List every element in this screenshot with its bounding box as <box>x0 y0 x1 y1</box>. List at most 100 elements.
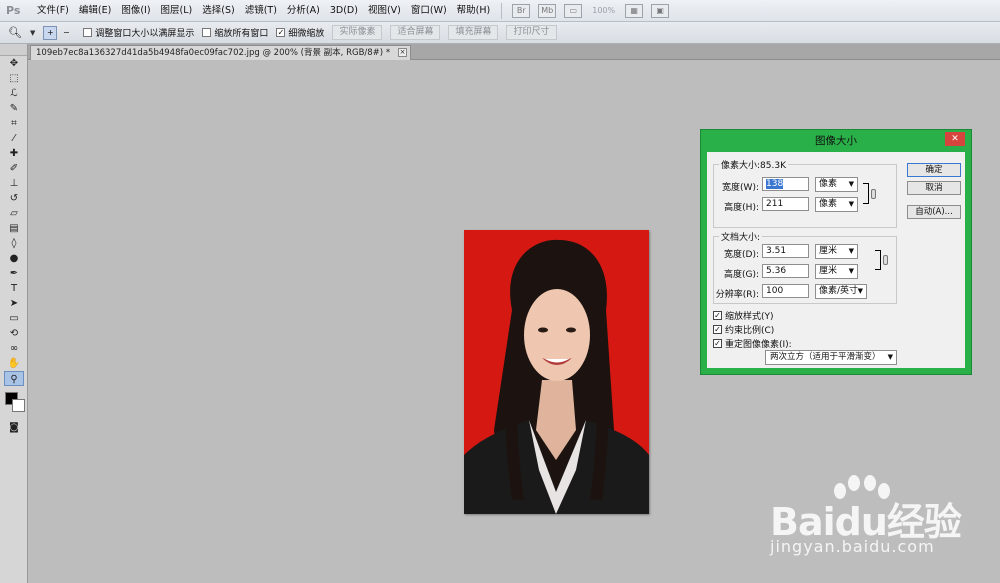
resample-checkbox[interactable]: ✓ 重定图像像素(I): <box>713 337 792 350</box>
doc-width-label: 宽度(D): <box>724 250 759 260</box>
checkbox-box[interactable] <box>83 28 93 37</box>
pixel-height-input[interactable]: 211 <box>762 197 809 211</box>
zoom-tool-icon[interactable]: ⚲ <box>4 371 24 386</box>
menu-layer[interactable]: 图层(L) <box>156 0 198 22</box>
pixel-width-unit-select[interactable]: 像素 ▼ <box>815 177 858 192</box>
menu-image[interactable]: 图像(I) <box>116 0 155 22</box>
resolution-unit: 像素/英寸 <box>819 286 859 296</box>
lasso-tool-icon[interactable]: ℒ <box>4 86 24 101</box>
menu-file[interactable]: 文件(F) <box>32 0 74 22</box>
zoom-out-icon[interactable]: − <box>59 26 73 40</box>
fit-screen-button[interactable]: 适合屏幕 <box>390 25 441 40</box>
scrubby-zoom-checkbox[interactable]: ✓ 细微缩放 <box>276 26 324 39</box>
zoom-in-icon[interactable]: + <box>43 25 58 40</box>
history-brush-tool-icon[interactable]: ↺ <box>4 191 24 206</box>
resample-label: 重定图像像素(I): <box>725 340 792 350</box>
close-icon[interactable]: × <box>398 48 408 57</box>
quick-mask-icon[interactable]: ◙ <box>4 420 24 435</box>
pixel-width-value: 138 <box>766 179 784 189</box>
fill-screen-button[interactable]: 填充屏幕 <box>448 25 499 40</box>
dialog-title: 图像大小 <box>815 135 857 147</box>
crop-tool-icon[interactable]: ⌗ <box>4 116 24 131</box>
auto-button[interactable]: 自动(A)... <box>907 205 961 219</box>
checkmark-icon[interactable]: ✓ <box>713 339 722 348</box>
menu-analysis[interactable]: 分析(A) <box>282 0 325 22</box>
constrain-bracket <box>863 183 869 204</box>
pen-tool-icon[interactable]: ✒ <box>4 266 24 281</box>
shape-tool-icon[interactable]: ▭ <box>4 311 24 326</box>
eyedropper-tool-icon[interactable]: ⁄ <box>4 131 24 146</box>
pixel-dimensions-label: 像素大小:85.3K <box>719 158 788 171</box>
checkmark-icon[interactable]: ✓ <box>713 325 722 334</box>
resolution-value: 100 <box>766 286 784 296</box>
scrubby-zoom-label: 细微缩放 <box>288 29 325 39</box>
hand-tool-icon[interactable]: ✋ <box>4 356 24 371</box>
zoom-all-checkbox[interactable]: 缩放所有窗口 <box>202 26 268 39</box>
checkmark-icon[interactable]: ✓ <box>713 311 722 320</box>
arrange-documents-icon[interactable]: ▦ <box>625 3 644 18</box>
quick-select-tool-icon[interactable]: ✎ <box>4 101 24 116</box>
fit-window-label: 调整窗口大小以满屏显示 <box>95 29 195 39</box>
menu-edit[interactable]: 编辑(E) <box>74 0 116 22</box>
checkmark-icon[interactable]: ✓ <box>276 28 286 37</box>
actual-pixels-button[interactable]: 实际像素 <box>332 25 383 40</box>
dialog-body: 像素大小:85.3K 宽度(W): 138 像素 ▼ 高度(H): 211 像素 ▼… <box>707 152 965 368</box>
dodge-tool-icon[interactable]: ● <box>4 251 24 266</box>
gradient-tool-icon[interactable]: ▤ <box>4 221 24 236</box>
path-selection-tool-icon[interactable]: ➤ <box>4 296 24 311</box>
pixel-dimensions-group: 像素大小:85.3K <box>713 158 897 228</box>
doc-height-input[interactable]: 5.36 <box>762 264 809 278</box>
resample-method-select[interactable]: 两次立方（适用于平滑渐变） ▼ <box>765 350 897 365</box>
print-size-button[interactable]: 打印尺寸 <box>506 25 557 40</box>
eraser-tool-icon[interactable]: ▱ <box>4 206 24 221</box>
marquee-tool-icon[interactable]: ⬚ <box>4 71 24 86</box>
resolution-input[interactable]: 100 <box>762 284 809 298</box>
menu-filter[interactable]: 滤镜(T) <box>240 0 282 22</box>
menu-3d[interactable]: 3D(D) <box>325 0 363 22</box>
options-bar: 🔍︎ ▼ + − 调整窗口大小以满屏显示 缩放所有窗口 ✓ 细微缩放 实际像素 … <box>0 22 1000 44</box>
bridge-icon[interactable]: Br <box>512 3 531 18</box>
zoom-level[interactable]: 100% <box>586 6 621 15</box>
3d-orbit-tool-icon[interactable]: ∞ <box>4 341 24 356</box>
cancel-button[interactable]: 取消 <box>907 181 961 195</box>
pixel-width-unit: 像素 <box>819 179 838 189</box>
close-icon[interactable]: ✕ <box>945 132 965 146</box>
screen-mode-icon[interactable]: ▭ <box>564 3 583 18</box>
chevron-down-icon: ▼ <box>857 287 863 295</box>
background-color-swatch[interactable] <box>12 399 25 412</box>
minibridge-icon[interactable]: Mb <box>538 3 557 18</box>
document-tab[interactable]: 109eb7ec8a136327d41da5b4948fa0ec09fac702… <box>30 45 412 60</box>
pixel-height-unit-select[interactable]: 像素 ▼ <box>815 197 858 212</box>
menu-view[interactable]: 视图(V) <box>363 0 406 22</box>
doc-width-unit-select[interactable]: 厘米 ▼ <box>815 244 858 259</box>
fit-window-checkbox[interactable]: 调整窗口大小以满屏显示 <box>83 26 194 39</box>
scale-styles-checkbox[interactable]: ✓ 缩放样式(Y) <box>713 309 774 322</box>
pixel-width-input[interactable]: 138 <box>762 177 809 191</box>
chevron-down-icon[interactable]: ▼ <box>30 29 35 37</box>
document-canvas-photo[interactable] <box>464 230 649 514</box>
doc-height-unit-select[interactable]: 厘米 ▼ <box>815 264 858 279</box>
brush-tool-icon[interactable]: ✐ <box>4 161 24 176</box>
panel-grip[interactable] <box>0 44 27 56</box>
blur-tool-icon[interactable]: ◊ <box>4 236 24 251</box>
move-tool-icon[interactable]: ✥ <box>4 56 24 71</box>
resolution-unit-select[interactable]: 像素/英寸 ▼ <box>815 284 867 299</box>
baidu-watermark: Baidu经验 jingyan.baidu.com <box>770 475 970 565</box>
constrain-proportions-checkbox[interactable]: ✓ 约束比例(C) <box>713 323 774 336</box>
healing-brush-tool-icon[interactable]: ✚ <box>4 146 24 161</box>
checkbox-box[interactable] <box>202 28 212 37</box>
clone-stamp-tool-icon[interactable]: ⊥ <box>4 176 24 191</box>
chevron-down-icon: ▼ <box>887 353 893 361</box>
ok-button[interactable]: 确定 <box>907 163 961 177</box>
doc-width-input[interactable]: 3.51 <box>762 244 809 258</box>
type-tool-icon[interactable]: T <box>4 281 24 296</box>
menu-separator <box>501 2 503 19</box>
screen-mode-toggle-icon[interactable]: ▣ <box>651 3 670 18</box>
chevron-down-icon: ▼ <box>848 247 854 255</box>
3d-rotate-tool-icon[interactable]: ⟲ <box>4 326 24 341</box>
menu-select[interactable]: 选择(S) <box>197 0 239 22</box>
menu-help[interactable]: 帮助(H) <box>452 0 496 22</box>
zoom-tool-icon[interactable]: 🔍︎ <box>8 25 30 41</box>
menu-window[interactable]: 窗口(W) <box>406 0 452 22</box>
chevron-down-icon: ▼ <box>848 200 854 208</box>
